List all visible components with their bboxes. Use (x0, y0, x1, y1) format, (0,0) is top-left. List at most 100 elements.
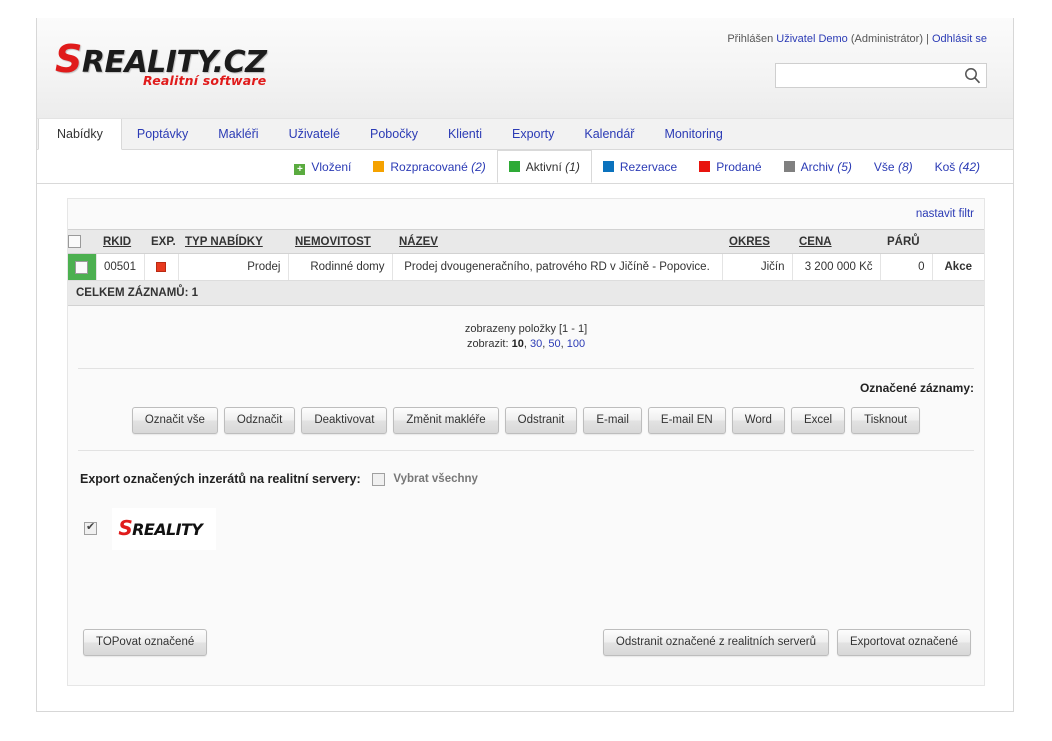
th-typ-label[interactable]: TYP NABÍDKY (185, 236, 263, 248)
pagination: zobrazeny položky [1 - 1] zobrazit: 10, … (68, 306, 984, 352)
search-input[interactable] (776, 64, 956, 87)
subtab-ko-[interactable]: Koš (42) (924, 151, 991, 182)
action-button-deaktivovat[interactable]: Deaktivovat (301, 407, 388, 434)
nav-tab-monitoring[interactable]: Monitoring (649, 119, 737, 149)
subtab-label: Koš (934, 160, 956, 174)
pagination-show-label: zobrazit: (466, 338, 509, 350)
total-records-row: CELKEM ZÁZNAMŮ: 1 (68, 281, 984, 306)
plus-icon: + (294, 164, 306, 175)
bulk-action-buttons: Označit vše Odznačit Deaktivovat Změnit mak… (68, 395, 984, 434)
action-button-ozna-it-v-e[interactable]: Označit vše (131, 407, 218, 434)
subtab-prodan-[interactable]: Prodané (688, 151, 772, 182)
page-size-option-50[interactable]: 50 (548, 338, 560, 350)
subtab-count: (42) (958, 160, 980, 174)
pagination-option-list: 10, 30, 50, 100 (511, 338, 586, 350)
sreality-tile-text: REALITY (132, 519, 203, 539)
site-logo[interactable]: SREALITY.CZ Realitní software (55, 40, 315, 96)
export-selected-button[interactable]: Exportovat označené (836, 629, 971, 656)
subtab-aktivn-[interactable]: Aktivní (1) (496, 150, 592, 183)
pagination-options: zobrazit: 10, 30, 50, 100 (68, 337, 984, 352)
subtab-v-e[interactable]: Vše (8) (863, 151, 924, 182)
th-okres-label[interactable]: OKRES (729, 236, 770, 248)
subtab-label: Rezervace (619, 160, 678, 174)
action-button-odzna-it[interactable]: Odznačit (223, 407, 296, 434)
subtab-count: (8) (897, 160, 913, 174)
nav-tab-nab-dky[interactable]: Nabídky (38, 119, 122, 150)
subtab-label: Vše (873, 160, 895, 174)
cell-rkid: 00501 (96, 253, 145, 281)
server-logo-sreality: SREALITY (112, 507, 217, 550)
cell-cena: 3 200 000 Kč (792, 253, 881, 281)
logo-subtitle: Realitní software (143, 73, 267, 88)
table-row[interactable]: 00501 Prodej Rodinné domy Prodej dvougenera… (68, 253, 984, 281)
subtab-archiv[interactable]: Archiv (5) (773, 151, 863, 182)
nav-tab-exporty[interactable]: Exporty (497, 119, 569, 149)
set-filter-link[interactable]: nastavit filtr (916, 208, 974, 220)
main-navigation: Nabídky Poptávky Makléři Uživatelé Pobočky Kl… (37, 119, 1013, 150)
logout-link[interactable]: Odhlásit se (932, 33, 987, 45)
cell-okres: Jičín (722, 253, 793, 281)
filter-row: nastavit filtr (68, 199, 984, 229)
action-button-excel[interactable]: Excel (790, 407, 846, 434)
subtab-vlo-en-[interactable]: + Vložení (283, 151, 362, 182)
action-button-e-mail-en[interactable]: E-mail EN (647, 407, 726, 434)
subtab-count: (5) (837, 160, 852, 174)
cell-akce[interactable]: Akce (932, 253, 984, 281)
th-nazev[interactable]: NÁZEV (392, 229, 722, 254)
subtab-rozpracovan-[interactable]: Rozpracované (2) (362, 151, 496, 182)
page-frame: SREALITY.CZ Realitní software Přihlášen … (36, 18, 1014, 712)
subtab-label: Prodané (716, 160, 762, 174)
action-button-e-mail[interactable]: E-mail (583, 407, 642, 434)
subtab-rezervace[interactable]: Rezervace (592, 151, 688, 182)
th-cena-label[interactable]: CENA (799, 236, 832, 248)
row-checkbox[interactable] (75, 260, 89, 274)
selected-records-label: Označené záznamy: (859, 381, 974, 395)
status-square-icon (699, 161, 711, 172)
action-button-word[interactable]: Word (731, 407, 785, 434)
select-all-servers-checkbox[interactable] (372, 472, 385, 486)
top-selected-button[interactable]: TOPovat označené (83, 629, 208, 656)
cell-paru: 0 (880, 253, 933, 281)
row-select-cell[interactable] (68, 253, 97, 281)
current-user-link[interactable]: Uživatel Demo (776, 33, 848, 45)
th-cena[interactable]: CENA (792, 229, 880, 254)
server-checkbox-sreality[interactable] (84, 521, 97, 536)
search-icon[interactable] (964, 67, 981, 84)
server-list: SREALITY (80, 507, 984, 550)
nav-tab-pobo-ky[interactable]: Pobočky (355, 119, 433, 149)
offers-table: RKID EXP. TYP NABÍDKY NEMOVITOST NÁZEV O… (68, 229, 984, 281)
bottom-button-bar: TOPovat označené Odstranit označené z re… (68, 629, 984, 659)
th-exp-label: EXP. (151, 235, 176, 248)
nav-tab-makl-i[interactable]: Makléři (203, 119, 273, 149)
select-all-servers-wrap[interactable]: Vybrat všechny (372, 472, 478, 486)
th-okres[interactable]: OKRES (722, 229, 792, 254)
th-nemovitost[interactable]: NEMOVITOST (288, 229, 392, 254)
page-size-option-30[interactable]: 30 (530, 338, 542, 350)
th-paru: PÁRŮ (880, 229, 932, 254)
page-size-option-10[interactable]: 10 (512, 338, 524, 350)
th-nazev-label[interactable]: NÁZEV (399, 236, 438, 248)
logo-letter-s: S (55, 37, 82, 81)
offers-table-body: 00501 Prodej Rodinné domy Prodej dvougenera… (68, 253, 984, 281)
page-size-option-100[interactable]: 100 (567, 338, 585, 350)
nav-tab-klienti[interactable]: Klienti (433, 119, 497, 149)
sreality-tile-wordmark: SREALITY (118, 518, 203, 539)
action-button-zm-nit-makl-e[interactable]: Změnit makléře (393, 407, 499, 434)
th-typ-nabidky[interactable]: TYP NABÍDKY (178, 229, 288, 254)
status-square-icon (602, 161, 614, 172)
action-button-odstranit[interactable]: Odstranit (504, 407, 578, 434)
nav-tab-popt-vky[interactable]: Poptávky (122, 119, 203, 149)
action-button-tisknout[interactable]: Tisknout (851, 407, 921, 434)
th-rkid-label[interactable]: RKID (103, 236, 131, 248)
select-all-checkbox[interactable] (68, 235, 81, 248)
nav-tab-kalend-[interactable]: Kalendář (569, 119, 649, 149)
th-rkid[interactable]: RKID (96, 229, 144, 254)
remove-from-servers-button[interactable]: Odstranit označené z realitních serverů (602, 629, 829, 656)
nav-tab-u-ivatel-[interactable]: Uživatelé (274, 119, 355, 149)
subtab-label: Vložení (311, 160, 352, 174)
cell-nazev: Prodej dvougeneračního, patrového RD v J… (392, 253, 723, 281)
status-square-icon (508, 161, 520, 172)
subtab-count: (2) (471, 160, 486, 174)
th-nem-label[interactable]: NEMOVITOST (295, 236, 371, 248)
search-box[interactable] (775, 63, 987, 88)
